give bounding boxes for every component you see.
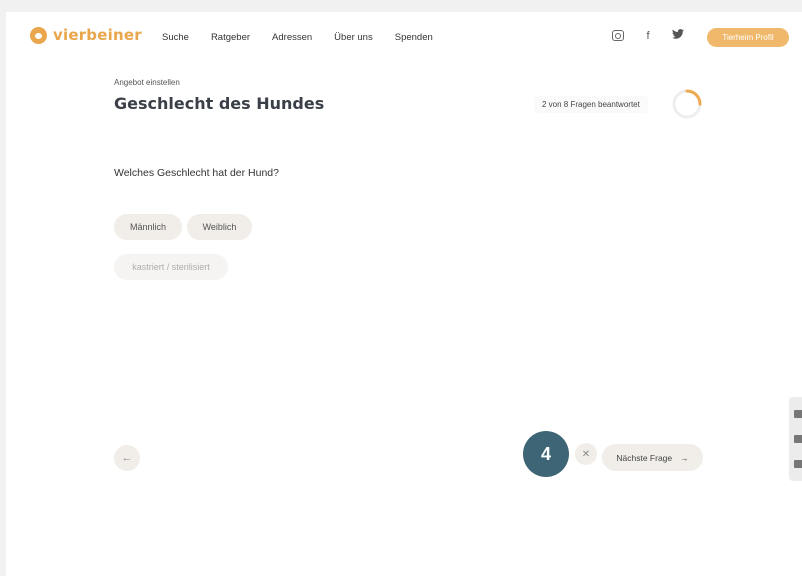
main-nav: Suche Ratgeber Adressen Über uns Spenden (162, 32, 455, 43)
profile-button[interactable]: Tierheim Profil (707, 28, 789, 47)
progress-ring (672, 89, 702, 119)
nav-item-suche[interactable]: Suche (162, 32, 189, 43)
close-icon: ✕ (581, 448, 591, 460)
instagram-icon[interactable] (612, 30, 624, 41)
logo-text: vierbeiner (53, 26, 142, 44)
facebook-icon[interactable]: f (642, 30, 654, 42)
progress-indicator: 2 von 8 Fragen beantwortet (534, 89, 702, 119)
skip-button[interactable]: ✕ (575, 443, 597, 465)
twitter-icon[interactable] (672, 29, 684, 42)
option-kastriert[interactable]: kastriert / sterilisiert (114, 254, 228, 280)
page-title: Geschlecht des Hundes (114, 94, 325, 113)
paw-logo-icon (30, 26, 47, 44)
arrow-right-icon: → (680, 452, 689, 463)
like-icon[interactable] (794, 409, 802, 418)
page: vierbeiner Suche Ratgeber Adressen Über … (6, 12, 802, 576)
nav-item-ratgeber[interactable]: Ratgeber (211, 32, 250, 43)
nav-item-adressen[interactable]: Adressen (272, 32, 312, 43)
feedback-icon[interactable] (794, 434, 802, 443)
option-maennlich[interactable]: Männlich (114, 214, 182, 240)
back-button[interactable]: ← (114, 445, 140, 471)
header: vierbeiner Suche Ratgeber Adressen Über … (6, 12, 802, 62)
question-text: Welches Geschlecht hat der Hund? (114, 167, 279, 179)
arrow-left-icon: ← (121, 452, 133, 464)
option-weiblich[interactable]: Weiblich (187, 214, 252, 240)
side-toolbar (789, 397, 802, 481)
next-button-label: Nächste Frage (616, 452, 673, 463)
social-links: f (612, 29, 684, 42)
next-question-button[interactable]: Nächste Frage → (602, 444, 703, 471)
nav-item-spenden[interactable]: Spenden (395, 32, 433, 43)
mail-icon[interactable] (794, 460, 802, 469)
eyebrow-label: Angebot einstellen (114, 78, 180, 87)
progress-text: 2 von 8 Fragen beantwortet (534, 95, 648, 113)
logo[interactable]: vierbeiner (30, 26, 142, 44)
step-badge: 4 (523, 431, 569, 477)
nav-item-ueber-uns[interactable]: Über uns (334, 32, 373, 43)
